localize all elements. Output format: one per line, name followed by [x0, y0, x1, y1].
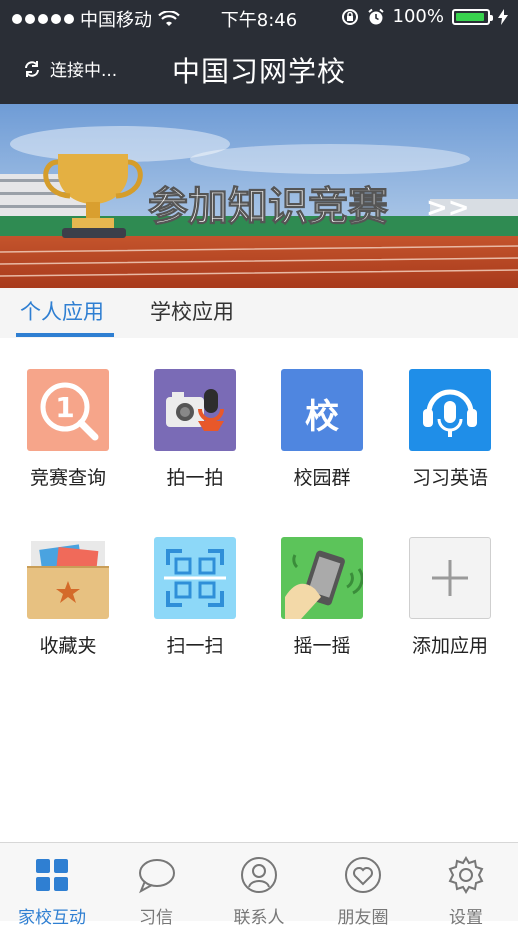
banner-image: 参加知识竞赛 >>	[0, 104, 518, 288]
camera-mic-icon	[154, 369, 236, 451]
tabbar-item-contacts[interactable]: 联系人	[207, 843, 311, 928]
navigation-bar: 连接中... 中国习网学校	[0, 34, 518, 104]
app-shake[interactable]: 摇一摇	[262, 537, 382, 658]
tabbar-label: 家校互动	[18, 908, 86, 928]
battery-percentage: 100%	[392, 6, 444, 27]
banner-text: 参加知识竞赛	[148, 184, 389, 230]
alarm-icon	[367, 8, 384, 24]
page-title: 中国习网学校	[171, 55, 346, 88]
shake-phone-icon	[281, 537, 363, 619]
heart-icon	[345, 857, 381, 893]
plus-icon	[409, 537, 491, 619]
tabbar-item-settings[interactable]: 设置	[414, 843, 518, 928]
scan-icon	[154, 537, 236, 619]
app-snap-photo[interactable]: 拍一拍	[135, 369, 255, 490]
tabbar-label: 习信	[139, 908, 173, 928]
app-label: 校园群	[293, 467, 351, 489]
headset-icon	[409, 369, 491, 451]
app-contest-query[interactable]: 1 竞赛查询	[8, 369, 128, 490]
battery-icon	[452, 8, 493, 25]
app-label: 添加应用	[411, 635, 488, 657]
campus-group-icon: 校	[281, 369, 363, 451]
app-label: 竞赛查询	[29, 467, 106, 489]
active-tab-indicator	[16, 333, 114, 337]
app-label: 摇一摇	[293, 635, 351, 657]
app-campus-group[interactable]: 校 校园群	[262, 369, 382, 490]
tabbar-item-home-school[interactable]: 家校互动	[0, 843, 104, 928]
bottom-tab-bar: 家校互动 习信 联系人 朋友圈 设置	[0, 842, 518, 928]
tab-school-apps[interactable]: 学校应用	[150, 296, 234, 326]
chat-bubble-icon	[139, 859, 175, 894]
app-label: 扫一扫	[166, 635, 224, 657]
tabbar-item-moments[interactable]: 朋友圈	[311, 843, 415, 928]
app-scan[interactable]: 扫一扫	[135, 537, 255, 658]
tab-personal-apps[interactable]: 个人应用	[20, 296, 104, 326]
grid-icon	[36, 859, 68, 891]
status-bar: 中国移动 下午8:46 100%	[0, 0, 518, 34]
gear-icon	[448, 856, 484, 894]
contest-query-icon: 1	[27, 369, 109, 451]
campus-glyph: 校	[305, 397, 339, 437]
banner-arrow: >>	[426, 193, 470, 223]
tabbar-label: 朋友圈	[337, 908, 389, 928]
tabbar-item-messages[interactable]: 习信	[104, 843, 208, 928]
app-category-tabs: 个人应用 学校应用	[0, 288, 518, 338]
rotation-lock-icon	[341, 8, 358, 25]
person-icon	[241, 857, 277, 893]
svg-text:1: 1	[55, 391, 74, 424]
app-label: 习习英语	[411, 467, 488, 489]
app-label: 拍一拍	[166, 467, 224, 489]
tabbar-label: 设置	[449, 908, 483, 928]
app-favorites[interactable]: 收藏夹	[8, 537, 128, 658]
app-add[interactable]: 添加应用	[390, 537, 510, 658]
status-right: 100%	[341, 6, 508, 27]
app-english[interactable]: 习习英语	[390, 369, 510, 490]
tabbar-label: 联系人	[233, 908, 285, 928]
charging-bolt-icon	[498, 8, 508, 25]
app-label: 收藏夹	[39, 635, 97, 657]
favorites-box-icon	[27, 537, 109, 619]
promo-banner[interactable]: 参加知识竞赛 >>	[0, 104, 518, 288]
